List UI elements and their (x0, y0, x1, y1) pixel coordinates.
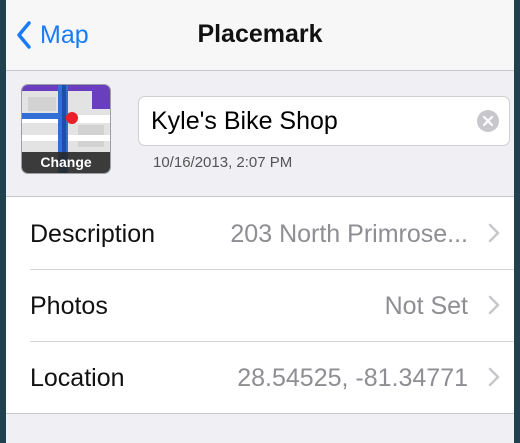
page-title: Placemark (197, 20, 323, 48)
map-thumbnail-button[interactable]: Change (21, 84, 111, 174)
row-label: Location (30, 364, 125, 392)
chevron-right-icon (488, 223, 500, 243)
chevron-right-icon (488, 367, 500, 387)
row-photos[interactable]: Photos Not Set (6, 269, 514, 341)
placemark-screen: Map Placemark Change Kyle's Bike Shop 10… (6, 0, 514, 443)
navigation-bar: Map Placemark (6, 0, 514, 71)
row-label: Photos (30, 292, 108, 320)
row-value: Not Set (384, 292, 468, 320)
row-label: Description (30, 220, 156, 248)
placemark-timestamp: 10/16/2013, 2:07 PM (153, 154, 293, 171)
change-label: Change (22, 152, 110, 173)
placemark-name-field[interactable]: Kyle's Bike Shop (138, 96, 510, 146)
clear-x-icon[interactable] (477, 110, 499, 132)
row-description[interactable]: Description 203 North Primrose... (6, 197, 514, 269)
placemark-name-value: Kyle's Bike Shop (151, 107, 338, 135)
chevron-right-icon (488, 295, 500, 315)
row-location[interactable]: Location 28.54525, -81.34771 (6, 341, 514, 413)
placemark-header: Change Kyle's Bike Shop 10/16/2013, 2:07… (6, 71, 514, 196)
placemark-details-list: Description 203 North Primrose... Photos… (6, 196, 514, 414)
row-value: 28.54525, -81.34771 (237, 364, 468, 392)
row-value: 203 North Primrose... (230, 220, 468, 248)
